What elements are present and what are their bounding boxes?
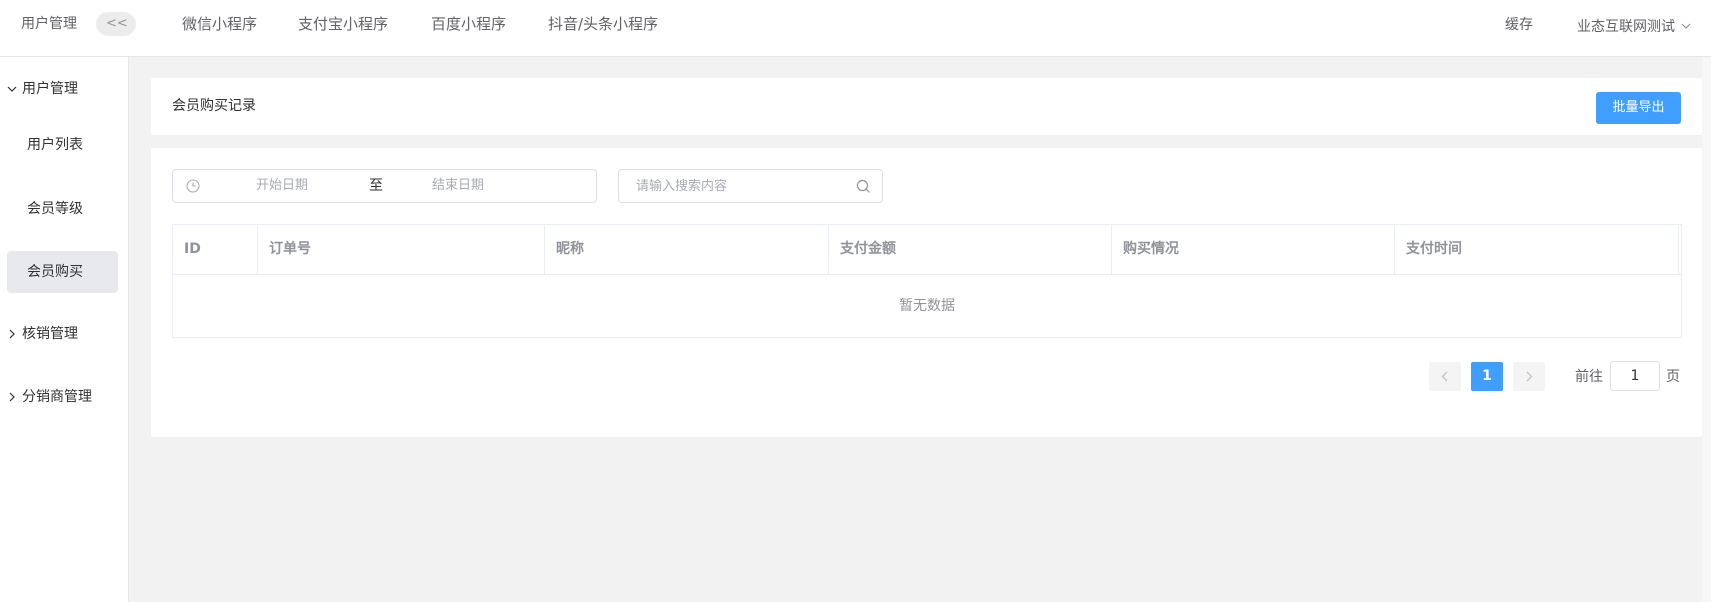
goto-page-input[interactable] (1610, 361, 1660, 391)
column-header-pay-time: 支付时间 (1395, 225, 1679, 274)
end-date-input[interactable]: 结束日期 (432, 178, 484, 194)
page-title: 会员购买记录 (172, 98, 256, 114)
search-icon[interactable] (856, 179, 871, 194)
chevron-left-icon (1441, 371, 1448, 382)
top-bar: 用户管理 << 微信小程序 支付宝小程序 百度小程序 抖音/头条小程序 缓存 业… (0, 0, 1711, 57)
cache-link[interactable]: 缓存 (1505, 15, 1533, 35)
start-date-input[interactable]: 开始日期 (256, 178, 308, 194)
page-header-card: 会员购买记录 批量导出 (151, 78, 1702, 135)
goto-suffix: 页 (1666, 369, 1680, 385)
account-name: 业态互联网测试 (1577, 19, 1675, 35)
chevron-right-icon (7, 314, 17, 354)
sidebar-item-member-level[interactable]: 会员等级 (7, 188, 118, 230)
column-header-amount: 支付金额 (829, 225, 1112, 274)
sidebar: 用户管理 用户列表 会员等级 会员购买 核销管理 分销商管理 (0, 57, 129, 602)
batch-export-button[interactable]: 批量导出 (1596, 92, 1681, 124)
topnav-douyin[interactable]: 抖音/头条小程序 (548, 14, 658, 34)
search-input[interactable] (620, 171, 840, 201)
sidebar-group-verification[interactable]: 核销管理 (0, 314, 128, 354)
sidebar-group-label: 核销管理 (22, 326, 78, 342)
clock-icon (185, 178, 201, 194)
account-menu[interactable]: 业态互联网测试 (1577, 15, 1691, 37)
next-page-button[interactable] (1513, 362, 1545, 391)
table-empty-text: 暂无数据 (899, 298, 955, 314)
chevron-right-icon (7, 377, 17, 417)
sidebar-group-label: 用户管理 (22, 81, 78, 97)
search-field (618, 169, 883, 203)
content-card: 开始日期 至 结束日期 ID 订单号 昵称 支付金额 购买情况 支付时间 暂无数… (151, 148, 1702, 437)
chevron-down-icon (7, 69, 17, 109)
chevron-right-icon (1526, 371, 1533, 382)
topnav-wechat[interactable]: 微信小程序 (182, 14, 257, 34)
topnav-baidu[interactable]: 百度小程序 (431, 14, 506, 34)
sidebar-group-user-management[interactable]: 用户管理 (0, 69, 128, 109)
range-separator: 至 (369, 178, 383, 194)
page-number-current[interactable]: 1 (1471, 362, 1503, 391)
column-header-order-no: 订单号 (258, 225, 545, 274)
sidebar-item-member-purchase[interactable]: 会员购买 (7, 251, 118, 293)
prev-page-button[interactable] (1429, 362, 1461, 391)
table-header: ID 订单号 昵称 支付金额 购买情况 支付时间 (173, 225, 1681, 275)
app-brand: 用户管理 (21, 16, 77, 32)
goto-prefix: 前往 (1575, 369, 1603, 385)
sidebar-group-label: 分销商管理 (22, 389, 92, 405)
sidebar-item-user-list[interactable]: 用户列表 (7, 124, 118, 166)
collapse-sidebar-button[interactable]: << (96, 12, 136, 36)
column-header-purchase-status: 购买情况 (1112, 225, 1395, 274)
topnav-alipay[interactable]: 支付宝小程序 (298, 14, 388, 34)
vertical-scrollbar[interactable] (1702, 57, 1711, 602)
column-header-id: ID (173, 225, 258, 274)
date-range-picker[interactable]: 开始日期 至 结束日期 (172, 169, 597, 203)
chevron-down-icon (1681, 15, 1691, 35)
sidebar-group-distributor[interactable]: 分销商管理 (0, 377, 128, 417)
purchase-records-table: ID 订单号 昵称 支付金额 购买情况 支付时间 暂无数据 (172, 224, 1682, 338)
column-header-nickname: 昵称 (545, 225, 829, 274)
